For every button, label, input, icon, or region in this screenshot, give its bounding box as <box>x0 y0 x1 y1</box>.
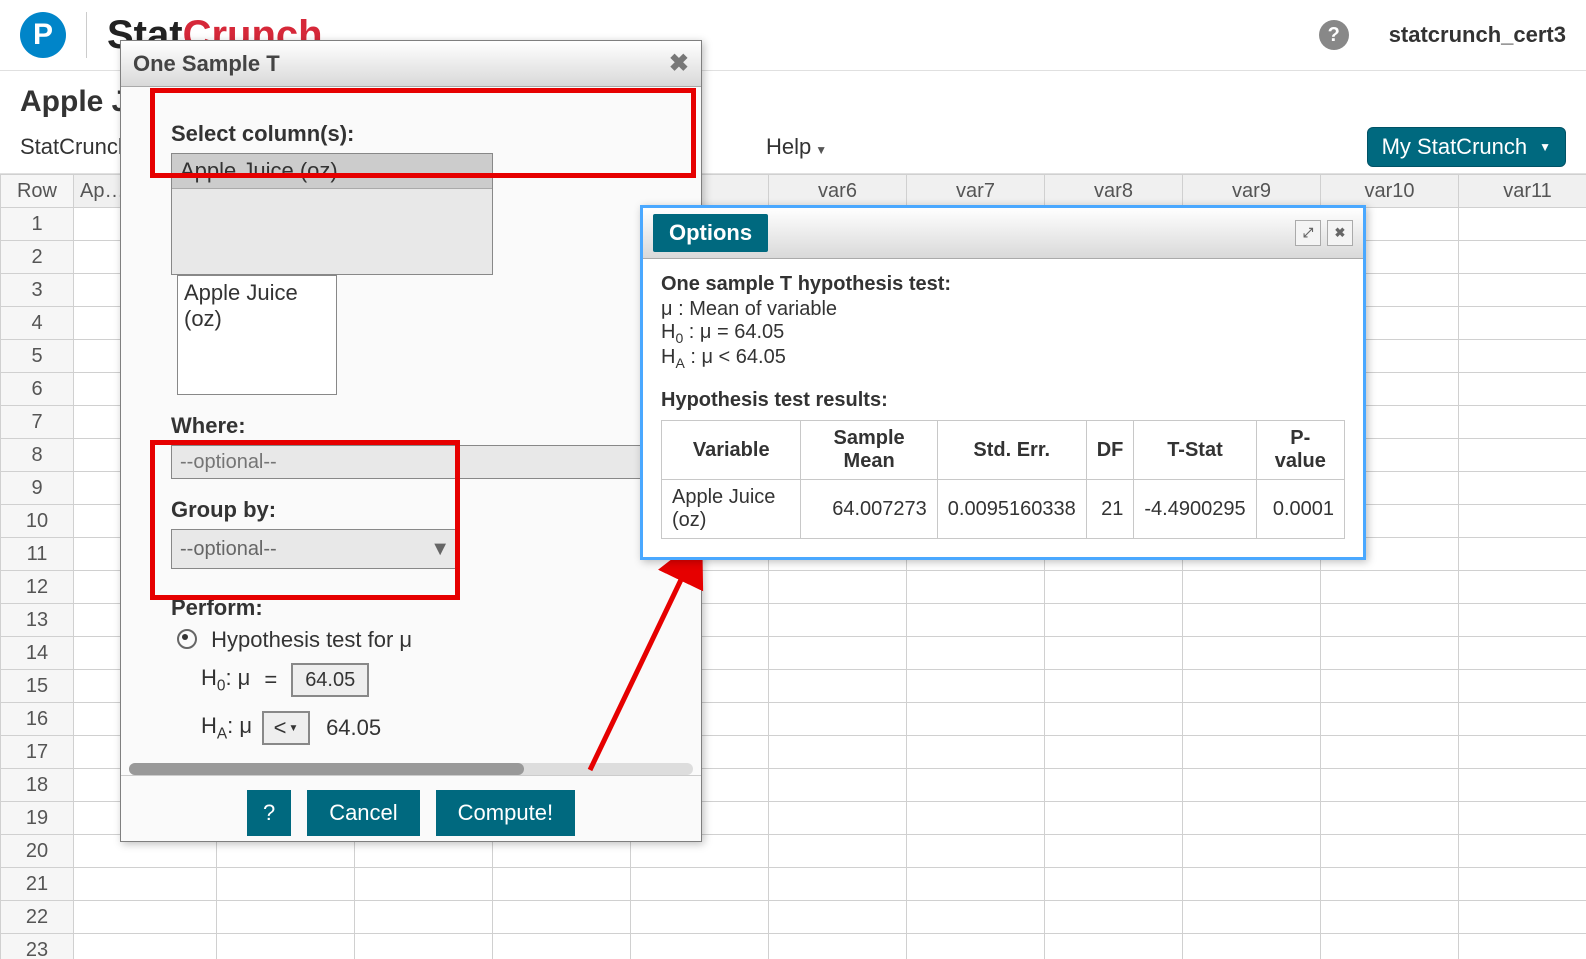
radio-hypothesis-test[interactable] <box>177 629 197 649</box>
results-heading: One sample T hypothesis test: <box>661 273 1345 296</box>
pearson-logo: P <box>20 12 66 58</box>
columns-listbox[interactable]: Apple Juice (oz) <box>171 153 493 275</box>
selected-item: Apple Juice (oz) <box>184 280 298 331</box>
dialog-footer: ? Cancel Compute! <box>121 775 701 844</box>
perform-label: Perform: <box>171 595 661 621</box>
cell-t: -4.4900295 <box>1134 480 1256 539</box>
chevron-down-icon: ▼ <box>815 143 827 157</box>
ha-value-label: 64.05 <box>326 715 381 741</box>
dialog-titlebar[interactable]: One Sample T ✖ <box>121 41 701 87</box>
dialog-title: One Sample T <box>133 51 280 77</box>
table-row: Apple Juice (oz) 64.007273 0.0095160338 … <box>662 480 1345 539</box>
selected-columns-box[interactable]: Apple Juice (oz) <box>177 275 337 395</box>
equals-label: = <box>264 667 277 693</box>
username-label[interactable]: statcrunch_cert3 <box>1389 22 1566 48</box>
col-t-stat: T-Stat <box>1134 421 1256 480</box>
help-button[interactable]: ? <box>247 790 291 836</box>
expand-icon[interactable]: ⤢ <box>1295 220 1321 246</box>
group-by-select[interactable]: --optional--▼ <box>171 529 459 569</box>
cancel-button[interactable]: Cancel <box>307 790 419 836</box>
chevron-down-icon: ▼ <box>1539 140 1551 154</box>
cell-variable: Apple Juice (oz) <box>662 480 801 539</box>
select-columns-label: Select column(s): <box>171 121 661 147</box>
chevron-down-icon: ▼ <box>289 723 299 734</box>
ha-operator-select[interactable]: <▼ <box>262 711 310 745</box>
col-p-value: P-value <box>1256 421 1344 480</box>
col-header-var6[interactable]: var6 <box>769 175 907 208</box>
results-ha-line: HA : μ < 64.05 <box>661 346 1345 371</box>
col-variable: Variable <box>662 421 801 480</box>
one-sample-t-dialog: One Sample T ✖ Select column(s): Apple J… <box>120 40 702 842</box>
scrollbar-thumb[interactable] <box>129 763 524 775</box>
options-button[interactable]: Options <box>653 214 768 252</box>
results-table-heading: Hypothesis test results: <box>661 389 1345 412</box>
cell-df: 21 <box>1086 480 1134 539</box>
col-header-var10[interactable]: var10 <box>1321 175 1459 208</box>
col-header-var8[interactable]: var8 <box>1045 175 1183 208</box>
cell-p: 0.0001 <box>1256 480 1344 539</box>
col-df: DF <box>1086 421 1134 480</box>
row-num[interactable]: 1 <box>1 208 74 241</box>
my-statcrunch-button[interactable]: My StatCrunch▼ <box>1367 127 1566 167</box>
ha-label: HA: μ <box>201 713 252 743</box>
col-header-var7[interactable]: var7 <box>907 175 1045 208</box>
list-item[interactable]: Apple Juice (oz) <box>172 154 492 189</box>
col-header-var11[interactable]: var11 <box>1459 175 1586 208</box>
results-table: Variable Sample Mean Std. Err. DF T-Stat… <box>661 420 1345 539</box>
cell-se: 0.0095160338 <box>937 480 1086 539</box>
dialog-scrollbar[interactable] <box>129 763 693 775</box>
where-input[interactable] <box>171 445 671 479</box>
help-icon[interactable]: ? <box>1319 20 1349 50</box>
col-header-var9[interactable]: var9 <box>1183 175 1321 208</box>
menu-help[interactable]: Help▼ <box>766 134 827 160</box>
close-icon[interactable]: ✖ <box>669 49 689 78</box>
results-titlebar[interactable]: Options ⤢ ✖ <box>643 208 1363 259</box>
close-icon[interactable]: ✖ <box>1327 220 1353 246</box>
logo-divider <box>86 12 87 58</box>
group-by-label: Group by: <box>171 497 661 523</box>
results-h0-line: H0 : μ = 64.05 <box>661 321 1345 346</box>
where-label: Where: <box>171 413 661 439</box>
radio-hypothesis-label: Hypothesis test for μ <box>211 627 412 652</box>
results-dialog: Options ⤢ ✖ One sample T hypothesis test… <box>640 205 1366 560</box>
row-header: Row <box>1 175 74 208</box>
h0-value-input[interactable]: 64.05 <box>291 663 369 697</box>
compute-button[interactable]: Compute! <box>436 790 575 836</box>
results-mu-line: μ : Mean of variable <box>661 298 1345 321</box>
cell-mean: 64.007273 <box>801 480 937 539</box>
h0-label: H0: μ <box>201 665 250 695</box>
col-sample-mean: Sample Mean <box>801 421 937 480</box>
chevron-down-icon: ▼ <box>430 538 450 561</box>
col-std-err: Std. Err. <box>937 421 1086 480</box>
